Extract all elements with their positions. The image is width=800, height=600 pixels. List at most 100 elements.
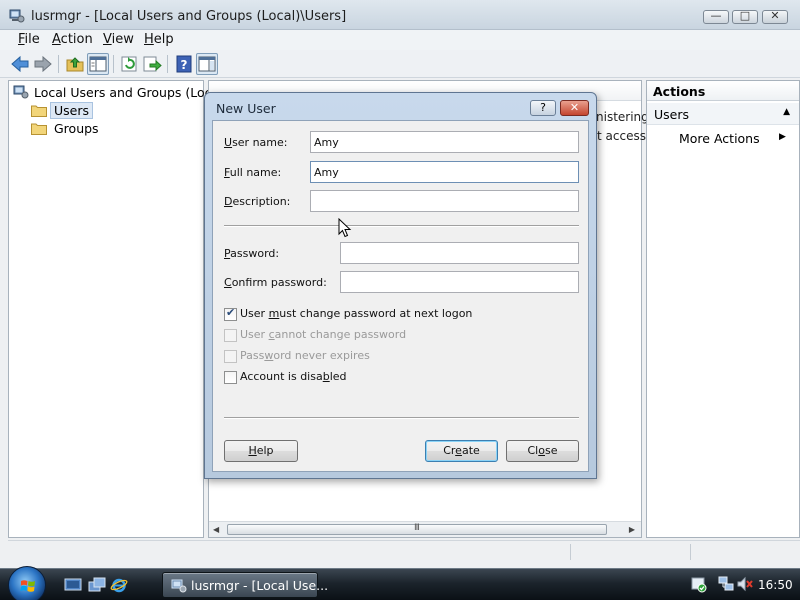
menu-view-rest: iew: [111, 32, 134, 47]
collapse-arrow-icon[interactable]: ▲: [783, 107, 790, 117]
fullname-field[interactable]: [310, 161, 579, 183]
switch-windows-icon[interactable]: [88, 577, 106, 593]
menu-action[interactable]: Action: [52, 32, 93, 47]
clock[interactable]: 16:50: [758, 578, 793, 592]
refresh-icon[interactable]: [118, 53, 140, 75]
fullname-label-text: ull name:: [229, 166, 282, 179]
username-field[interactable]: [310, 131, 579, 153]
description-label-text: escription:: [232, 195, 291, 208]
actions-pane: Actions Users ▲ More Actions ▶: [646, 80, 800, 538]
dialog-close-button[interactable]: ✕: [560, 100, 589, 116]
cb-text: Account is disa: [240, 370, 323, 383]
menu-help-rest: elp: [153, 32, 174, 47]
toolbar-separator: [167, 55, 168, 73]
menu-help[interactable]: Help: [144, 32, 174, 47]
dialog-body: User name: Full name: Description: Passw…: [212, 120, 589, 472]
description-field[interactable]: [310, 190, 579, 212]
network-icon[interactable]: [718, 576, 734, 592]
toolbar: ?: [0, 50, 800, 78]
checkbox-box: [224, 329, 237, 342]
maximize-button[interactable]: □: [732, 9, 758, 24]
confirm-password-label: Confirm password:: [224, 276, 327, 289]
create-button[interactable]: Create: [425, 440, 498, 462]
password-label: Password:: [224, 247, 279, 260]
close-label: se: [544, 444, 558, 457]
help-accel: H: [248, 444, 257, 457]
menu-help-accel: H: [144, 32, 154, 47]
tree-item-groups[interactable]: Groups: [31, 120, 151, 138]
cb-accel: b: [322, 370, 330, 383]
menu-file-rest: ile: [24, 32, 40, 47]
checkbox-box[interactable]: [224, 371, 237, 384]
close-button[interactable]: ✕: [762, 9, 788, 24]
show-hide-action-pane-button[interactable]: [196, 53, 218, 75]
menu-view[interactable]: View: [103, 32, 134, 47]
confirm-password-field[interactable]: [340, 271, 579, 293]
title-bar[interactable]: lusrmgr - [Local Users and Groups (Local…: [0, 0, 800, 30]
help-icon[interactable]: ?: [173, 53, 195, 75]
scroll-left-icon[interactable]: ◀: [213, 525, 219, 534]
checkbox-box[interactable]: ✔: [224, 306, 237, 321]
scroll-right-icon[interactable]: ▶: [629, 525, 635, 534]
menu-file[interactable]: File: [18, 32, 40, 47]
minimize-button[interactable]: —: [703, 9, 729, 24]
show-hide-tree-button[interactable]: [87, 53, 109, 75]
actions-section-label: Users: [654, 107, 690, 122]
must-change-password-checkbox[interactable]: ✔ User must change password at next logo…: [224, 306, 524, 323]
submenu-arrow-icon: ▶: [779, 132, 786, 142]
toolbar-separator: [58, 55, 59, 73]
menu-action-accel: A: [52, 32, 61, 47]
start-button[interactable]: [8, 566, 46, 600]
actions-header: Actions: [647, 81, 799, 101]
internet-explorer-icon[interactable]: [110, 577, 128, 593]
help-label: elp: [256, 444, 274, 457]
create-label: Cr: [443, 444, 456, 457]
close-icon: ✕: [569, 101, 580, 114]
more-actions-item[interactable]: More Actions: [679, 131, 760, 146]
export-icon[interactable]: [141, 53, 163, 75]
username-label-text: ser name:: [232, 136, 288, 149]
fullname-label: Full name:: [224, 166, 281, 179]
security-center-icon[interactable]: [690, 575, 708, 593]
cannot-change-password-checkbox: User cannot change password: [224, 328, 524, 344]
maximize-icon: □: [739, 9, 751, 22]
scroll-thumb[interactable]: III: [227, 523, 607, 535]
status-cell: [570, 544, 690, 560]
taskbar-item-lusrmgr[interactable]: lusrmgr - [Local Use...: [162, 572, 328, 598]
password-field[interactable]: [340, 242, 579, 264]
cb-text: led: [329, 370, 347, 383]
tree-root[interactable]: Local Users and Groups (Local): [13, 84, 228, 102]
close-dialog-button[interactable]: Close: [506, 440, 579, 462]
checkbox-box: [224, 350, 237, 363]
scroll-grip: III: [414, 523, 420, 533]
password-label-text: assword:: [230, 247, 280, 260]
tree-item-users-label: Users: [50, 102, 94, 119]
show-hide-action-pane-icon: [198, 56, 216, 72]
description-fragment: nistering: [596, 110, 649, 124]
account-disabled-checkbox[interactable]: Account is disabled: [224, 370, 524, 386]
question-mark-icon: ?: [540, 101, 546, 114]
cb-accel: m: [268, 307, 280, 320]
back-icon[interactable]: [9, 53, 31, 75]
computer-users-icon: [13, 85, 29, 99]
password-never-expires-checkbox: Password never expires: [224, 349, 524, 365]
show-desktop-icon[interactable]: [64, 577, 82, 593]
confirm-accel: C: [224, 276, 232, 289]
confirm-label-text: onfirm password:: [231, 276, 327, 289]
mouse-cursor-icon: [338, 218, 352, 238]
help-button[interactable]: Help: [224, 440, 298, 462]
forward-icon[interactable]: [32, 53, 54, 75]
actions-section-users[interactable]: Users ▲: [647, 103, 799, 125]
folder-icon: [31, 123, 47, 135]
tree-root-label: Local Users and Groups (Local): [34, 85, 228, 100]
dialog-help-button[interactable]: ?: [530, 100, 556, 116]
computer-management-icon: [171, 579, 187, 593]
up-folder-icon[interactable]: [64, 53, 86, 75]
actions-title: Actions: [653, 84, 706, 99]
menu-action-rest: ction: [60, 32, 93, 47]
toolbar-separator: [113, 55, 114, 73]
volume-muted-icon[interactable]: [736, 576, 754, 592]
tree-item-users[interactable]: Users: [31, 102, 151, 120]
checkbox-label: Account is disabled: [240, 370, 347, 383]
horizontal-scrollbar[interactable]: ◀ III ▶: [209, 521, 641, 537]
